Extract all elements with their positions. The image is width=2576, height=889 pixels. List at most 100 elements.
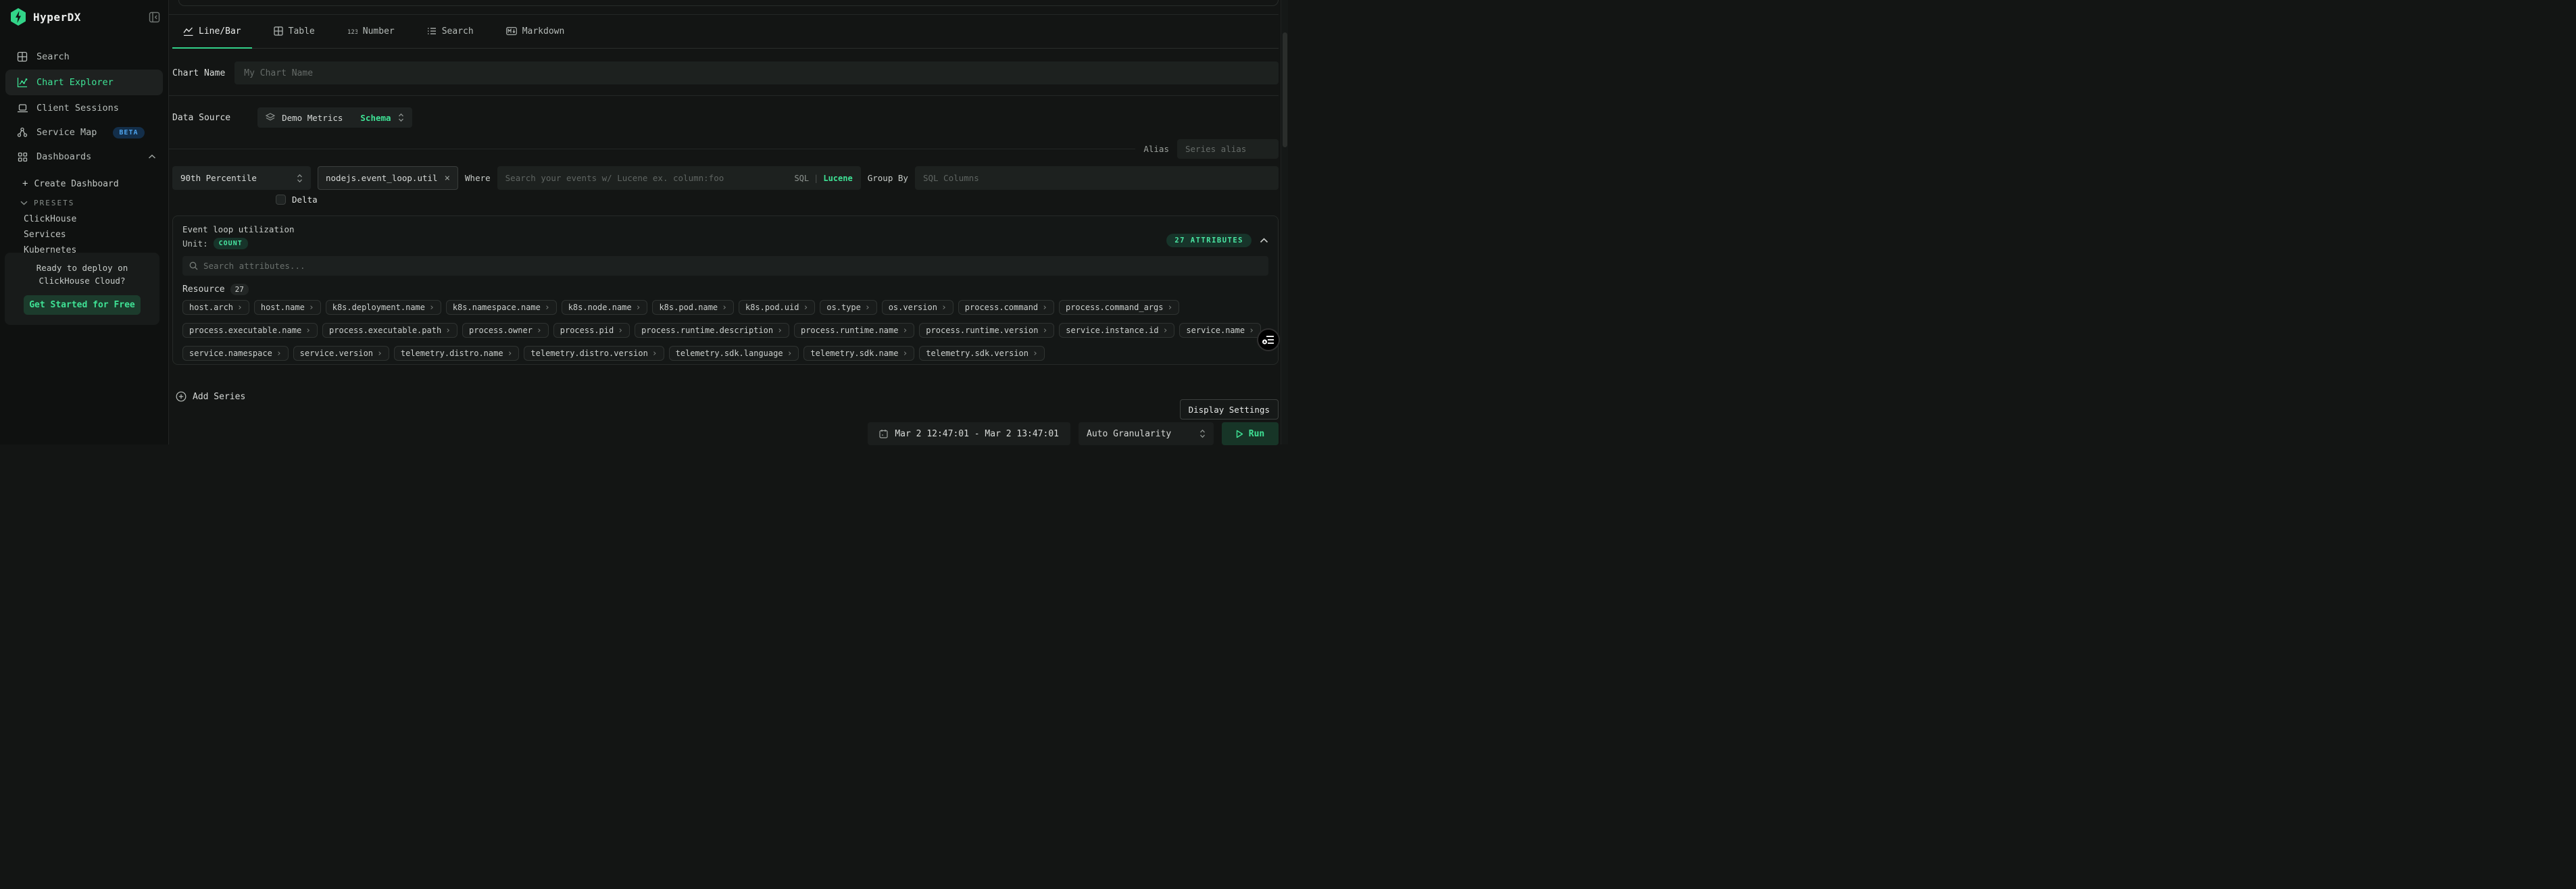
preset-item-services[interactable]: Services: [24, 227, 168, 243]
attribute-chip-label: service.namespace: [189, 349, 272, 358]
attribute-chip-label: k8s.node.name: [568, 303, 632, 312]
calendar-icon: [879, 429, 888, 438]
display-settings-button[interactable]: Display Settings: [1180, 399, 1279, 420]
chevron-right-icon: ›: [309, 303, 314, 313]
lucene-mode-label[interactable]: Lucene: [823, 174, 852, 183]
scrollbar-thumb[interactable]: [1283, 32, 1287, 147]
attribute-chip-label: telemetry.distro.name: [401, 349, 503, 358]
tab-search[interactable]: Search: [416, 15, 485, 49]
attribute-chip[interactable]: host.name ›: [254, 300, 321, 315]
attribute-chip[interactable]: host.arch ›: [182, 300, 249, 315]
data-source-select[interactable]: Demo Metrics Schema: [257, 107, 412, 128]
query-language-toggle[interactable]: SQL | Lucene: [794, 174, 852, 183]
hyperdx-logo-icon: [10, 8, 26, 26]
table-layout-icon: [16, 51, 28, 62]
attribute-chip[interactable]: process.pid ›: [553, 323, 630, 338]
series-row: 90th Percentile nodejs.event_loop.util ×…: [172, 166, 1279, 190]
close-icon[interactable]: ×: [445, 173, 450, 184]
granularity-select[interactable]: Auto Granularity: [1079, 422, 1214, 445]
attribute-chip[interactable]: service.version ›: [293, 346, 389, 361]
sidebar-item-dashboards[interactable]: Dashboards: [5, 145, 163, 168]
attribute-chip[interactable]: telemetry.sdk.name ›: [803, 346, 914, 361]
attribute-chip-label: service.name: [1186, 326, 1245, 335]
tab-label: Number: [363, 26, 395, 36]
sidebar-item-service-map[interactable]: Service Map BETA: [5, 121, 163, 144]
layers-icon: [266, 113, 275, 122]
sidebar-item-search[interactable]: Search: [5, 45, 163, 68]
attribute-chip[interactable]: process.command ›: [958, 300, 1054, 315]
tab-line-bar[interactable]: Line/Bar: [172, 15, 252, 49]
table-icon: [274, 26, 283, 36]
chevron-right-icon: ›: [545, 303, 550, 313]
attribute-chip[interactable]: process.executable.path ›: [322, 323, 457, 338]
divider: [169, 95, 1279, 96]
line-chart-icon: [183, 27, 193, 36]
alias-label: Alias: [1143, 144, 1169, 154]
chevron-right-icon: ›: [803, 303, 808, 313]
attribute-chip[interactable]: process.runtime.description ›: [635, 323, 789, 338]
tab-markdown[interactable]: Markdown: [495, 15, 576, 49]
attribute-chip[interactable]: k8s.namespace.name ›: [446, 300, 557, 315]
attribute-chip-list: host.arch › host.name › k8s.deployment.n…: [182, 300, 1268, 361]
presets-toggle[interactable]: PRESETS: [20, 199, 168, 207]
attribute-chip-label: service.instance.id: [1066, 326, 1158, 335]
attribute-chip[interactable]: telemetry.distro.name ›: [394, 346, 520, 361]
chart-name-input[interactable]: [234, 61, 1279, 84]
attribute-chip[interactable]: process.executable.name ›: [182, 323, 318, 338]
get-started-button[interactable]: Get Started for Free: [24, 295, 141, 315]
attribute-chip[interactable]: telemetry.sdk.language ›: [669, 346, 799, 361]
attribute-chip[interactable]: service.name ›: [1179, 323, 1261, 338]
metric-tag[interactable]: nodejs.event_loop.util ×: [318, 166, 458, 190]
sql-mode-label[interactable]: SQL: [794, 174, 809, 183]
attribute-chip-label: process.executable.name: [189, 326, 301, 335]
group-by-input[interactable]: [923, 173, 1270, 183]
attribute-chip[interactable]: process.runtime.version ›: [919, 323, 1054, 338]
schema-link[interactable]: Schema: [360, 113, 391, 123]
aggregation-select[interactable]: 90th Percentile: [172, 166, 311, 190]
attribute-chip[interactable]: k8s.pod.uid ›: [739, 300, 815, 315]
attribute-chip-label: k8s.namespace.name: [453, 303, 541, 312]
collapse-chevron-up-icon[interactable]: [1260, 238, 1268, 243]
add-series-button[interactable]: Add Series: [176, 391, 245, 402]
page-scrollbar[interactable]: [1281, 0, 1288, 444]
feedback-widget-button[interactable]: [1257, 328, 1280, 351]
attribute-chip-label: os.type: [826, 303, 861, 312]
attribute-chip[interactable]: k8s.deployment.name ›: [326, 300, 441, 315]
attribute-chip[interactable]: k8s.node.name ›: [562, 300, 648, 315]
run-button[interactable]: Run: [1222, 422, 1279, 445]
delta-row: Delta: [276, 195, 1279, 205]
alias-input[interactable]: [1177, 139, 1279, 159]
tab-number[interactable]: 123 Number: [337, 15, 405, 49]
preset-item-clickhouse[interactable]: ClickHouse: [24, 211, 168, 227]
selector-chevrons-icon: [398, 113, 404, 122]
attribute-chip[interactable]: service.instance.id ›: [1059, 323, 1174, 338]
chart-type-tabs: Line/Bar Table 123 Number Search Markdow…: [172, 15, 1279, 49]
time-range-picker[interactable]: Mar 2 12:47:01 - Mar 2 13:47:01: [868, 422, 1070, 445]
create-dashboard-button[interactable]: + Create Dashboard: [22, 178, 168, 189]
attribute-search-input[interactable]: [203, 261, 1262, 271]
beta-badge: BETA: [113, 127, 144, 138]
attribute-chip[interactable]: process.owner ›: [462, 323, 549, 338]
delta-checkbox[interactable]: [276, 195, 286, 205]
laptop-icon: [16, 103, 28, 113]
group-by-shell: [915, 166, 1279, 190]
attribute-chip[interactable]: process.command_args ›: [1059, 300, 1179, 315]
chevron-right-icon: ›: [652, 349, 658, 359]
tab-table[interactable]: Table: [263, 15, 326, 49]
footer: Add Series Display Settings Mar 2 12:47:…: [172, 365, 1279, 444]
list-icon: [427, 27, 437, 35]
panel-right-controls: 27 ATTRIBUTES: [1166, 234, 1268, 247]
sidebar-collapse-icon[interactable]: [149, 11, 160, 23]
play-icon: [1236, 430, 1243, 438]
attribute-chip[interactable]: telemetry.sdk.version ›: [919, 346, 1045, 361]
where-search-input[interactable]: [505, 173, 789, 183]
attribute-chip[interactable]: os.type ›: [820, 300, 876, 315]
sidebar-item-chart-explorer[interactable]: Chart Explorer: [5, 70, 163, 95]
preset-list: ClickHouse Services Kubernetes: [0, 211, 168, 258]
attribute-chip[interactable]: os.version ›: [882, 300, 953, 315]
sidebar-item-client-sessions[interactable]: Client Sessions: [5, 97, 163, 120]
attribute-chip[interactable]: service.namespace ›: [182, 346, 289, 361]
attribute-chip[interactable]: k8s.pod.name ›: [652, 300, 734, 315]
attribute-chip[interactable]: process.runtime.name ›: [794, 323, 914, 338]
attribute-chip[interactable]: telemetry.distro.version ›: [524, 346, 664, 361]
